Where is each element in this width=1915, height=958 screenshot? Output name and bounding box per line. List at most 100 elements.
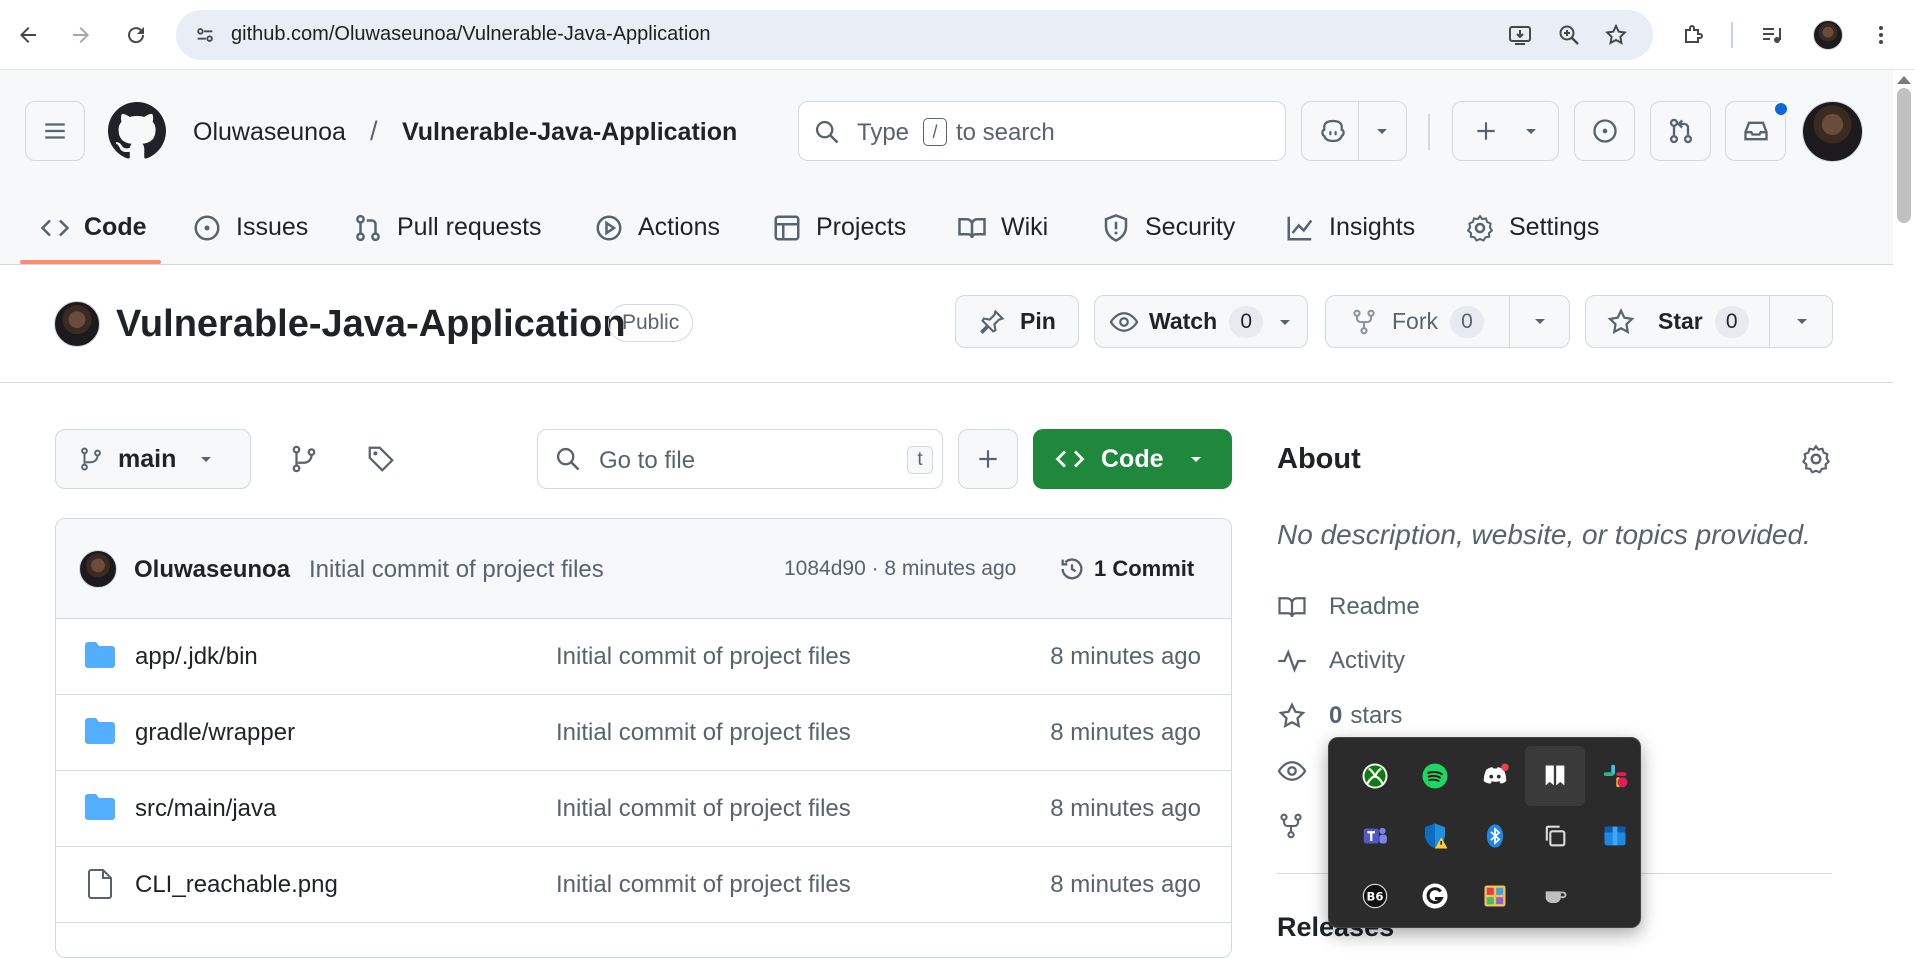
tab-issues[interactable]: Issues (192, 190, 308, 265)
about-settings-gear-icon[interactable] (1800, 443, 1832, 475)
header-divider (1428, 114, 1430, 150)
file-age: 8 minutes ago (1050, 871, 1201, 898)
stars-link[interactable]: 0 stars (1277, 699, 1402, 733)
breadcrumb-owner[interactable]: Oluwaseunoa (193, 118, 346, 147)
hamburger-icon (45, 123, 65, 139)
file-commit-message[interactable]: Initial commit of project files (556, 643, 851, 671)
xbox-icon[interactable] (1345, 746, 1405, 806)
folder-icon (84, 717, 116, 745)
tab-pull-requests[interactable]: Pull requests (353, 190, 542, 265)
readme-link[interactable]: Readme (1277, 590, 1420, 624)
file-name[interactable]: gradle/wrapper (135, 719, 295, 747)
search-input[interactable]: Type / to search (798, 101, 1286, 161)
slack-icon[interactable] (1585, 746, 1645, 806)
reload-button[interactable] (115, 14, 157, 56)
table-row[interactable]: CLI_reachable.png Initial commit of proj… (56, 847, 1231, 923)
commit-message[interactable]: Initial commit of project files (309, 556, 604, 584)
file-commit-message[interactable]: Initial commit of project files (556, 719, 851, 747)
paint-icon[interactable] (1465, 866, 1525, 926)
latest-commit-row: Oluwaseunoa Initial commit of project fi… (56, 519, 1231, 619)
chevron-down-icon[interactable] (1794, 313, 1810, 329)
fork-icon (1350, 308, 1378, 336)
copy-app-icon[interactable] (1525, 806, 1585, 866)
site-info-icon[interactable] (192, 22, 218, 48)
chevron-down-icon[interactable] (1532, 313, 1548, 329)
copilot-button[interactable] (1301, 101, 1407, 161)
grammarly-icon[interactable] (1405, 866, 1465, 926)
branches-button[interactable] (276, 431, 332, 487)
create-new-button[interactable] (1452, 101, 1559, 161)
file-commit-message[interactable]: Initial commit of project files (556, 795, 851, 823)
tab-wiki[interactable]: Wiki (957, 190, 1048, 265)
tab-settings[interactable]: Settings (1465, 190, 1599, 265)
add-file-button[interactable] (958, 429, 1018, 489)
browser-menu-button[interactable] (1860, 14, 1902, 56)
bluetooth-icon[interactable] (1465, 806, 1525, 866)
watchers-link[interactable] (1277, 754, 1329, 788)
bandcamp-icon[interactable]: B6 (1345, 866, 1405, 926)
commit-author[interactable]: Oluwaseunoa (134, 556, 290, 584)
defender-warning-icon[interactable] (1405, 806, 1465, 866)
tab-code[interactable]: Code (40, 190, 147, 265)
repo-title[interactable]: Vulnerable-Java-Application (116, 303, 626, 346)
owner-avatar[interactable] (54, 301, 100, 347)
fork-count: 0 (1450, 305, 1484, 338)
fork-button[interactable]: Fork 0 (1325, 295, 1570, 348)
blue-app-icon[interactable] (1585, 806, 1645, 866)
forks-link[interactable] (1277, 809, 1329, 843)
tab-actions[interactable]: Actions (594, 190, 720, 265)
go-to-file-input[interactable]: Go to file t (537, 429, 943, 489)
tab-projects[interactable]: Projects (772, 190, 906, 265)
discord-icon[interactable] (1465, 746, 1525, 806)
issues-button[interactable] (1574, 101, 1635, 161)
tab-insights[interactable]: Insights (1285, 190, 1415, 265)
scrollbar-thumb[interactable] (1897, 88, 1911, 223)
file-age: 8 minutes ago (1050, 719, 1201, 746)
table-row[interactable]: app/.jdk/bin Initial commit of project f… (56, 619, 1231, 695)
pull-requests-button[interactable] (1650, 101, 1711, 161)
install-app-icon[interactable] (1507, 22, 1533, 48)
media-control-button[interactable] (1751, 14, 1793, 56)
watch-button[interactable]: Watch 0 (1094, 295, 1308, 348)
star-button[interactable]: Star 0 (1585, 295, 1833, 348)
gear-icon (1465, 213, 1495, 243)
forward-button[interactable] (60, 14, 102, 56)
chevron-down-icon[interactable] (1277, 314, 1293, 330)
pin-button[interactable]: Pin (955, 295, 1079, 348)
teams-icon[interactable] (1345, 806, 1405, 866)
spotify-icon[interactable] (1405, 746, 1465, 806)
puzzle-icon (1685, 25, 1703, 43)
bookmark-star-icon[interactable] (1603, 22, 1629, 48)
back-button[interactable] (7, 14, 49, 56)
search-shortcut-key: / (923, 118, 947, 146)
commits-link[interactable]: 1 Commit (1058, 549, 1194, 589)
extensions-button[interactable] (1673, 14, 1715, 56)
scroll-up-arrow[interactable] (1897, 76, 1911, 84)
file-commit-message[interactable]: Initial commit of project files (556, 871, 851, 899)
file-name[interactable]: CLI_reachable.png (135, 871, 338, 899)
commit-hash-time[interactable]: 1084d90 · 8 minutes ago (784, 557, 1016, 581)
table-row[interactable]: src/main/java Initial commit of project … (56, 771, 1231, 847)
file-name[interactable]: app/.jdk/bin (135, 643, 258, 671)
bookmark-app-icon[interactable] (1525, 746, 1585, 806)
book-icon (957, 213, 987, 243)
breadcrumb-repo[interactable]: Vulnerable-Java-Application (402, 118, 737, 147)
branch-selector[interactable]: main (55, 429, 251, 489)
commit-count: 1 Commit (1094, 556, 1195, 581)
address-bar[interactable]: github.com/Oluwaseunoa/Vulnerable-Java-A… (176, 10, 1653, 60)
code-button[interactable]: Code (1033, 429, 1232, 489)
commit-author-avatar[interactable] (79, 550, 117, 588)
table-row[interactable]: gradle/wrapper Initial commit of project… (56, 695, 1231, 771)
zoom-icon[interactable] (1556, 22, 1582, 48)
tags-button[interactable] (353, 431, 409, 487)
menu-button[interactable] (25, 101, 85, 161)
activity-link[interactable]: Activity (1277, 644, 1405, 678)
github-logo-icon[interactable] (108, 102, 166, 160)
file-name[interactable]: src/main/java (135, 795, 276, 823)
tab-security[interactable]: Security (1101, 190, 1235, 265)
chevron-down-icon (198, 451, 214, 467)
user-avatar[interactable] (1802, 101, 1863, 162)
branch-icon (78, 446, 104, 472)
browser-profile-avatar[interactable] (1813, 20, 1843, 50)
cup-icon[interactable] (1525, 866, 1585, 926)
